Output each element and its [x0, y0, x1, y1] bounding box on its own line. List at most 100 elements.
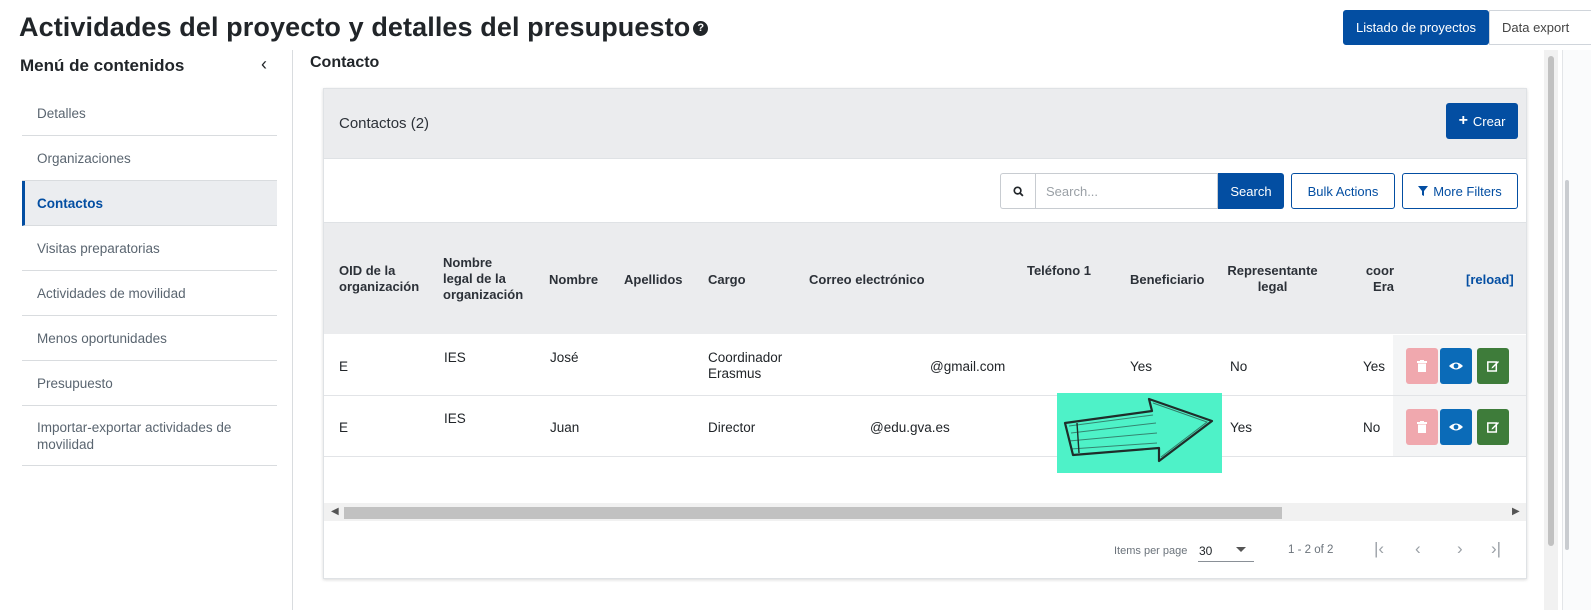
search-group: Search	[1000, 173, 1284, 209]
sidebar-item-label: Detalles	[37, 105, 86, 121]
more-filters-label: More Filters	[1433, 183, 1502, 199]
sidebar-item-importar-exportar[interactable]: Importar-exportar actividades de movilid…	[22, 406, 277, 466]
sidebar-item-label: Organizaciones	[37, 150, 131, 166]
column-header-oid[interactable]: OID de la organización	[339, 263, 424, 295]
column-header-email[interactable]: Correo electrónico	[809, 272, 925, 288]
sidebar-nav: Detalles Organizaciones Contactos Visita…	[22, 91, 277, 466]
horizontal-scroll-thumb[interactable]	[344, 507, 1282, 519]
edit-button[interactable]	[1477, 348, 1509, 384]
edit-icon	[1487, 361, 1499, 372]
cell-email: @edu.gva.es	[870, 420, 950, 435]
sidebar-item-label: Importar-exportar actividades de movilid…	[37, 419, 232, 452]
contacts-card: Contactos (2) + Crear Search Bulk Action…	[323, 88, 1527, 579]
cell-org: IES	[444, 350, 466, 365]
create-button[interactable]: + Crear	[1446, 103, 1518, 139]
cell-representante: No	[1230, 359, 1248, 374]
sidebar: Menú de contenidos ‹ Detalles Organizaci…	[0, 50, 293, 610]
table-header: OID de la organización Nombre legal de l…	[324, 222, 1526, 334]
sidebar-item-label: Actividades de movilidad	[37, 285, 186, 301]
cell-oid: E	[339, 420, 349, 435]
sidebar-item-organizaciones[interactable]: Organizaciones	[22, 136, 277, 181]
card-header: Contactos (2) + Crear	[324, 89, 1526, 159]
trash-icon	[1417, 421, 1427, 433]
section-title: Contacto	[310, 54, 380, 71]
horizontal-scrollbar[interactable]: ◀ ▶	[324, 503, 1526, 521]
sidebar-item-menos-oportunidades[interactable]: Menos oportunidades	[22, 316, 277, 361]
chevron-left-icon[interactable]: ‹	[261, 54, 267, 75]
page-size-select[interactable]: 30	[1198, 542, 1254, 562]
column-header-apellidos[interactable]: Apellidos	[624, 272, 683, 288]
sidebar-item-label: Visitas preparatorias	[37, 240, 160, 256]
sidebar-item-actividades-movilidad[interactable]: Actividades de movilidad	[22, 271, 277, 316]
cell-email: @gmail.com	[930, 359, 1006, 374]
view-button[interactable]	[1440, 348, 1472, 384]
column-header-org-name[interactable]: Nombre legal de la organización	[443, 255, 523, 303]
scroll-left-icon[interactable]: ◀	[331, 506, 339, 517]
cell-representante: Yes	[1230, 420, 1253, 435]
sidebar-item-detalles[interactable]: Detalles	[22, 91, 277, 136]
cell-org: IES	[444, 411, 466, 426]
sidebar-item-label: Contactos	[37, 195, 104, 211]
column-header-telefono[interactable]: Teléfono 1	[1024, 263, 1094, 279]
column-header-coordinador[interactable]: coor Era	[1362, 263, 1394, 295]
next-page-icon[interactable]: ›	[1457, 539, 1463, 559]
column-header-representante[interactable]: Representante legal	[1220, 263, 1325, 295]
plus-icon: +	[1458, 112, 1468, 129]
eye-icon	[1449, 423, 1463, 431]
reload-link[interactable]: [reload]	[1466, 272, 1514, 287]
trash-icon	[1417, 360, 1427, 372]
sidebar-item-presupuesto[interactable]: Presupuesto	[22, 361, 277, 406]
previous-page-icon[interactable]: ‹	[1415, 539, 1421, 559]
edit-button[interactable]	[1477, 409, 1509, 445]
delete-button[interactable]	[1406, 409, 1438, 445]
cell-cargo: Director	[708, 420, 756, 435]
sidebar-item-contactos[interactable]: Contactos	[22, 181, 277, 226]
cell-coordinador: No	[1363, 420, 1381, 435]
cell-oid: E	[339, 359, 349, 374]
search-button[interactable]: Search	[1218, 173, 1284, 209]
caret-down-icon	[1236, 547, 1246, 552]
bulk-actions-label: Bulk Actions	[1307, 183, 1379, 199]
page-size-value: 30	[1199, 544, 1213, 558]
search-input[interactable]	[1035, 173, 1218, 209]
cell-nombre: José	[550, 350, 579, 365]
card-title: Contactos (2)	[339, 115, 430, 132]
last-page-icon[interactable]: ›|	[1491, 539, 1501, 559]
column-header-beneficiario[interactable]: Beneficiario	[1130, 272, 1204, 288]
right-panel-scroll-thumb[interactable]	[1565, 180, 1569, 550]
page-title-text: Actividades del proyecto y detalles del …	[19, 12, 691, 42]
search-icon	[1000, 173, 1035, 209]
delete-button[interactable]	[1406, 348, 1438, 384]
view-button[interactable]	[1440, 409, 1472, 445]
column-header-nombre[interactable]: Nombre	[549, 272, 598, 288]
right-panel-edge	[1562, 50, 1591, 610]
question-circle-icon[interactable]: ?	[693, 21, 709, 36]
column-header-cargo[interactable]: Cargo	[708, 272, 746, 288]
data-export-button[interactable]: Data export	[1489, 10, 1591, 45]
more-filters-button[interactable]: More Filters	[1402, 173, 1518, 209]
sidebar-item-label: Menos oportunidades	[37, 330, 167, 346]
cell-beneficiario: Yes	[1130, 359, 1153, 374]
sidebar-item-visitas-preparatorias[interactable]: Visitas preparatorias	[22, 226, 277, 271]
vertical-scroll-thumb[interactable]	[1548, 56, 1554, 546]
project-list-label: Listado de proyectos	[1356, 20, 1476, 35]
vertical-scrollbar[interactable]	[1544, 50, 1558, 610]
filter-icon	[1418, 186, 1429, 196]
project-list-button[interactable]: Listado de proyectos	[1343, 10, 1489, 45]
sidebar-item-label: Presupuesto	[37, 375, 113, 391]
sidebar-header: Menú de contenidos	[20, 56, 185, 75]
table-row: E IES Juan Director @edu.gva.es Yes No	[324, 396, 1526, 457]
cell-nombre: Juan	[550, 420, 580, 435]
page-range-label: 1 - 2 of 2	[1288, 544, 1334, 556]
pointer-arrow-overlay	[1057, 393, 1222, 473]
cell-coordinador: Yes	[1363, 359, 1386, 374]
eye-icon	[1449, 362, 1463, 370]
first-page-icon[interactable]: |‹	[1374, 539, 1384, 559]
create-label: Crear	[1472, 113, 1506, 129]
scroll-right-icon[interactable]: ▶	[1512, 506, 1520, 517]
page-title: Actividades del proyecto y detalles del …	[19, 12, 709, 43]
bulk-actions-button[interactable]: Bulk Actions	[1291, 173, 1395, 209]
table-row: E IES José Coordinador Erasmus @gmail.co…	[324, 335, 1526, 396]
data-export-label: Data export	[1502, 20, 1570, 35]
cell-cargo: Coordinador Erasmus	[708, 350, 783, 381]
